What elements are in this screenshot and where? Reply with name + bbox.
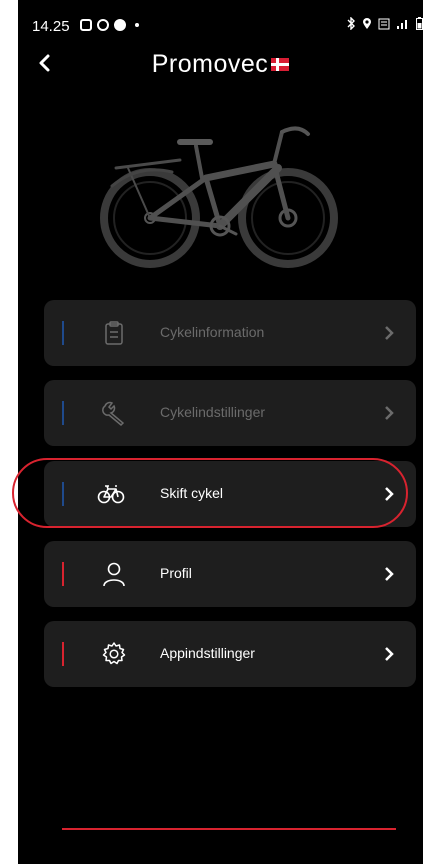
menu-item-label: Profil bbox=[160, 565, 192, 581]
location-icon bbox=[363, 18, 371, 29]
gear-icon bbox=[102, 642, 126, 665]
status-time: 14.25 bbox=[32, 18, 70, 35]
person-icon bbox=[103, 562, 125, 587]
chevron-right-icon bbox=[385, 326, 394, 340]
brand-logo: Promovec bbox=[18, 50, 423, 79]
signal-icon bbox=[397, 19, 407, 29]
volte-icon bbox=[378, 18, 390, 29]
selection-highlight bbox=[12, 458, 408, 528]
menu-item-profil[interactable]: Profil bbox=[44, 541, 416, 607]
chevron-right-icon bbox=[385, 647, 394, 661]
menu-item-label: Cykelinformation bbox=[160, 324, 265, 340]
system-icons bbox=[347, 17, 423, 30]
accent-bar bbox=[62, 562, 64, 586]
app-screen: 14.25 Promovec Cykelinformation Cykelind… bbox=[18, 0, 423, 864]
accent-bar bbox=[62, 642, 64, 666]
bike-image bbox=[100, 126, 338, 268]
brand-name: Promovec bbox=[151, 50, 269, 78]
sync-icon bbox=[97, 19, 109, 31]
denmark-flag-icon bbox=[271, 58, 290, 72]
chevron-right-icon bbox=[385, 406, 394, 420]
menu-item-cykelinformation[interactable]: Cykelinformation bbox=[44, 300, 416, 366]
notification-icons bbox=[80, 19, 139, 31]
clipboard-icon bbox=[105, 321, 123, 345]
menu-item-label: Cykelindstillinger bbox=[160, 404, 266, 420]
status-bar: 14.25 bbox=[18, 0, 423, 40]
accent-bar bbox=[62, 321, 64, 345]
message-icon bbox=[114, 19, 126, 31]
bluetooth-icon bbox=[347, 17, 355, 30]
more-notifications-icon bbox=[135, 23, 139, 27]
battery-icon bbox=[416, 17, 423, 30]
wrench-icon bbox=[102, 401, 125, 427]
bottom-divider bbox=[62, 828, 396, 830]
menu-item-label: Appindstillinger bbox=[160, 645, 255, 661]
menu-item-appindstillinger[interactable]: Appindstillinger bbox=[44, 621, 416, 687]
gallery-icon bbox=[80, 19, 92, 31]
menu-item-cykelindstillinger[interactable]: Cykelindstillinger bbox=[44, 380, 416, 446]
chevron-right-icon bbox=[385, 567, 394, 581]
accent-bar bbox=[62, 401, 64, 425]
